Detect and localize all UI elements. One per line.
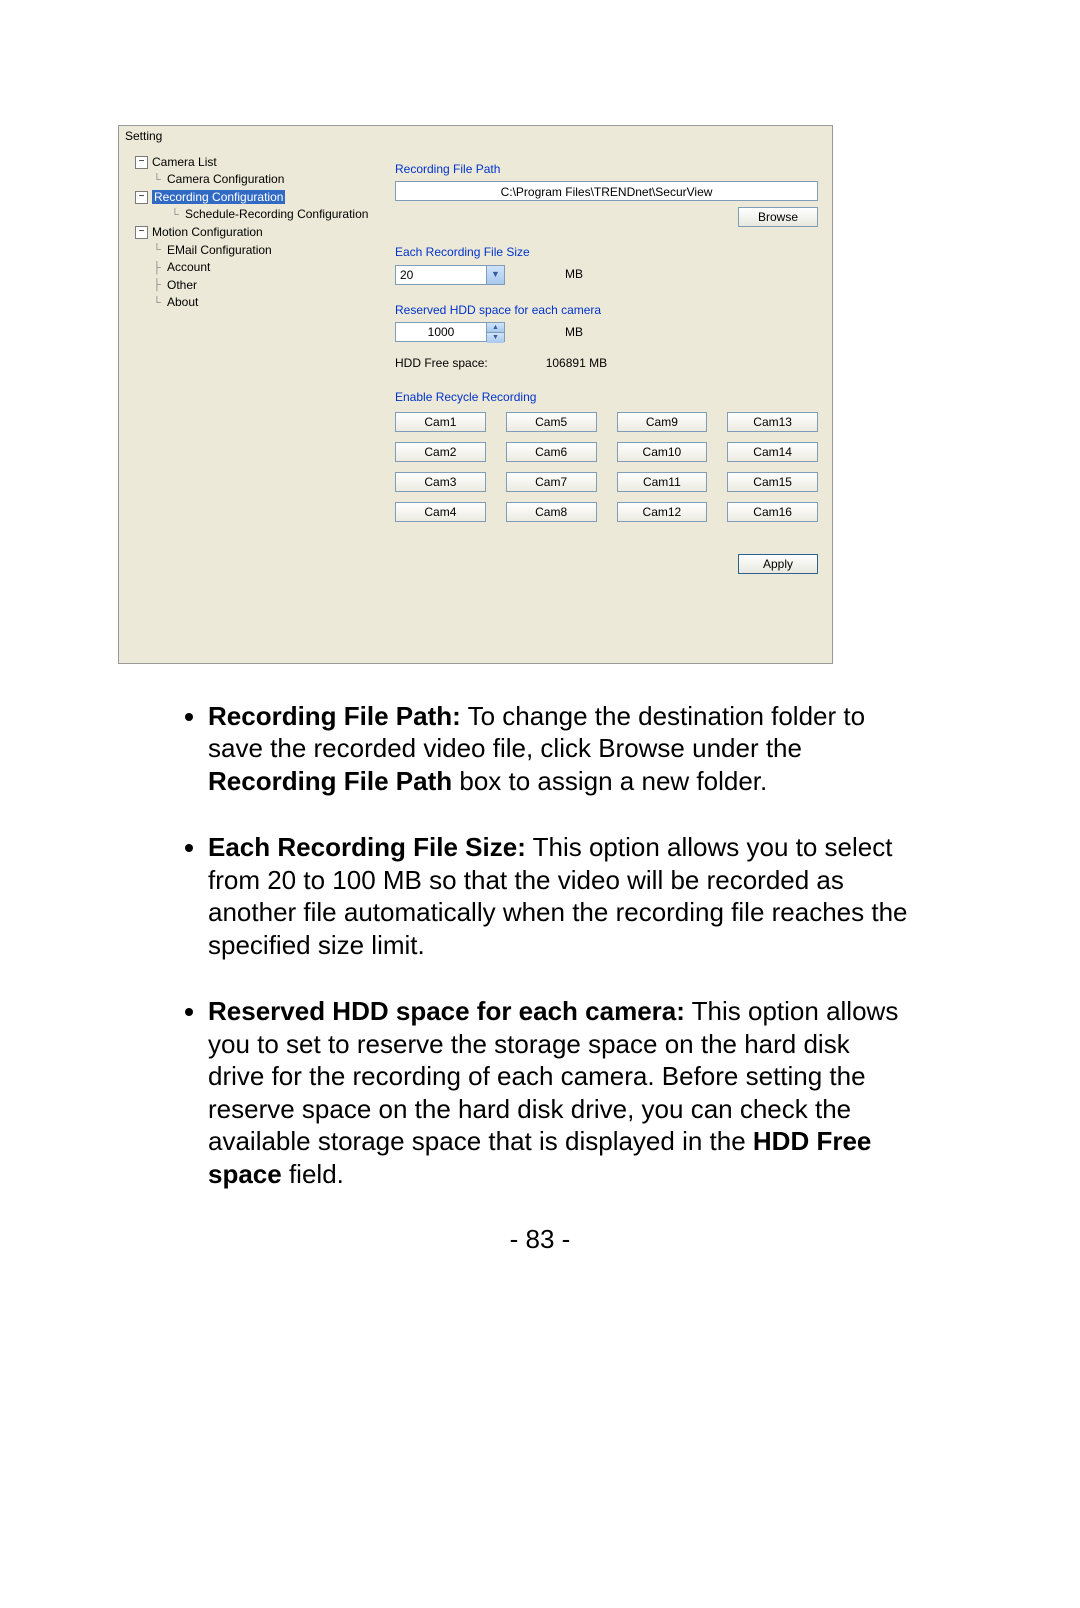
page-number: - 83 - [48,1224,1032,1255]
minus-icon[interactable]: − [135,191,148,204]
cam-button[interactable]: Cam11 [617,472,708,492]
file-size-input[interactable] [396,266,486,284]
cam-button[interactable]: Cam12 [617,502,708,522]
cam-button[interactable]: Cam6 [506,442,597,462]
file-size-unit: MB [565,267,583,283]
cam-button[interactable]: Cam16 [727,502,818,522]
spinner-down-icon[interactable]: ▼ [487,332,504,342]
tree-branch-icon: ├ [153,261,165,275]
browse-button[interactable]: Browse [738,207,818,227]
reserved-hdd-heading: Reserved HDD space for each camera [395,303,818,319]
tree-item-motion-configuration[interactable]: −Motion Configuration [135,224,381,242]
doc-bullet: Recording File Path: To change the desti… [208,700,912,798]
doc-text: Recording File Path: To change the desti… [168,700,912,1191]
cam-button[interactable]: Cam14 [727,442,818,462]
dialog-title: Setting [119,126,832,148]
enable-recycle-heading: Enable Recycle Recording [395,390,818,406]
file-size-heading: Each Recording File Size [395,245,818,261]
reserved-hdd-spinner[interactable]: ▲ ▼ [395,322,505,342]
cam-button[interactable]: Cam4 [395,502,486,522]
minus-icon[interactable]: − [135,156,148,169]
tree-branch-icon: └ [153,173,165,187]
reserved-hdd-input[interactable] [396,323,486,341]
tree-item-about[interactable]: └About [153,294,381,312]
cam-button[interactable]: Cam8 [506,502,597,522]
spinner-up-icon[interactable]: ▲ [487,323,504,332]
settings-panel: Recording File Path C:\Program Files\TRE… [381,148,832,663]
settings-dialog: Setting −Camera List └Camera Configurati… [118,125,833,664]
file-size-combo[interactable]: ▼ [395,265,505,285]
apply-button[interactable]: Apply [738,554,818,574]
cam-button[interactable]: Cam15 [727,472,818,492]
tree-item-email-configuration[interactable]: └EMail Configuration [153,242,381,260]
tree-item-camera-configuration[interactable]: └Camera Configuration [153,171,381,189]
tree-branch-icon: ├ [153,278,165,292]
recording-file-path-heading: Recording File Path [395,162,818,178]
cam-button[interactable]: Cam1 [395,412,486,432]
doc-bullet: Each Recording File Size: This option al… [208,831,912,961]
cam-button[interactable]: Cam5 [506,412,597,432]
settings-tree: −Camera List └Camera Configuration −Reco… [119,148,381,663]
cam-button[interactable]: Cam10 [617,442,708,462]
camera-grid: Cam1 Cam5 Cam9 Cam13 Cam2 Cam6 Cam10 Cam… [395,412,818,522]
tree-item-other[interactable]: ├Other [153,277,381,295]
hdd-free-space-value: 106891 MB [546,356,607,372]
tree-item-camera-list[interactable]: −Camera List [135,154,381,172]
reserved-hdd-unit: MB [565,325,583,341]
cam-button[interactable]: Cam7 [506,472,597,492]
tree-item-recording-configuration[interactable]: −Recording Configuration [135,189,381,207]
cam-button[interactable]: Cam3 [395,472,486,492]
chevron-down-icon[interactable]: ▼ [486,266,504,284]
minus-icon[interactable]: − [135,226,148,239]
tree-branch-icon: └ [153,243,165,257]
hdd-free-space-label: HDD Free space: [395,356,488,372]
tree-branch-icon: └ [171,208,183,222]
doc-bullet: Reserved HDD space for each camera: This… [208,995,912,1190]
cam-button[interactable]: Cam13 [727,412,818,432]
cam-button[interactable]: Cam2 [395,442,486,462]
tree-item-account[interactable]: ├Account [153,259,381,277]
cam-button[interactable]: Cam9 [617,412,708,432]
tree-item-schedule-recording-configuration[interactable]: └Schedule-Recording Configuration [171,206,381,224]
tree-branch-icon: └ [153,296,165,310]
recording-file-path-input[interactable]: C:\Program Files\TRENDnet\SecurView [395,181,818,201]
